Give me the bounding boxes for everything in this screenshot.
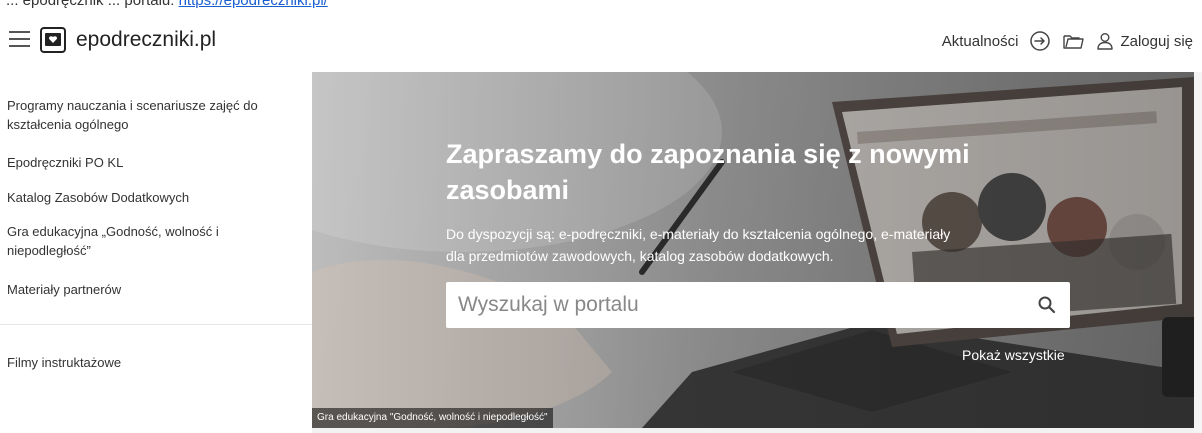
hero-bottom-edge (312, 428, 1194, 433)
sign-in-icon[interactable] (1029, 30, 1051, 52)
top-clipped-text: ... epodręcznik ... portalu: https://epo… (0, 0, 1202, 10)
user-icon (1097, 33, 1114, 50)
search-input[interactable] (458, 282, 1018, 328)
folder-icon[interactable] (1062, 30, 1085, 52)
sidebar-item-epodreczniki-pokl[interactable]: Epodręczniki PO KL (7, 153, 297, 172)
site-logo[interactable]: epodreczniki.pl (39, 25, 216, 55)
sidebar-item-catalog[interactable]: Katalog Zasobów Dodatkowych (7, 188, 297, 207)
menu-icon[interactable] (9, 30, 30, 48)
menu-icon-bar (9, 31, 30, 33)
sidebar-item-partners[interactable]: Materiały partnerów (7, 280, 297, 299)
login-label: Zaloguj się (1120, 32, 1193, 50)
top-clipped-label: ... epodręcznik ... portalu: (6, 0, 175, 9)
menu-icon-bar (9, 38, 30, 40)
hero-title: Zapraszamy do zapoznania się z nowymi za… (446, 139, 970, 205)
sidebar: Programy nauczania i scenariusze zajęć d… (0, 72, 312, 433)
header-nav: Aktualności Zaloguj się (942, 27, 1193, 55)
login-button[interactable]: Zaloguj się (1095, 31, 1193, 51)
logo-icon (40, 27, 66, 53)
show-all-link[interactable]: Pokaż wszystkie (962, 347, 1065, 363)
top-clipped-link[interactable]: https://epodreczniki.pl/ (179, 0, 328, 9)
news-link[interactable]: Aktualności (942, 33, 1019, 50)
hero-description: Do dyspozycji są: e-podręczniki, e-mater… (446, 226, 951, 264)
search-box (446, 282, 1070, 328)
scrollbar[interactable] (1194, 72, 1202, 433)
site-header: epodreczniki.pl Aktualności Zaloguj się (0, 10, 1202, 72)
sidebar-item-game[interactable]: Gra edukacyjna „Godność, wolność i niepo… (7, 222, 297, 260)
search-icon[interactable] (1036, 294, 1058, 316)
menu-icon-bar (9, 45, 30, 47)
sidebar-divider (0, 324, 312, 325)
sidebar-item-programs[interactable]: Programy nauczania i scenariusze zajęć d… (7, 96, 297, 134)
logo-text: epodreczniki.pl (76, 28, 217, 51)
hero-caption: Gra edukacyjna "Godność, wolność i niepo… (312, 408, 553, 428)
sidebar-item-tutorials[interactable]: Filmy instruktażowe (7, 353, 297, 372)
hero-banner: Zapraszamy do zapoznania się z nowymi za… (312, 72, 1194, 428)
